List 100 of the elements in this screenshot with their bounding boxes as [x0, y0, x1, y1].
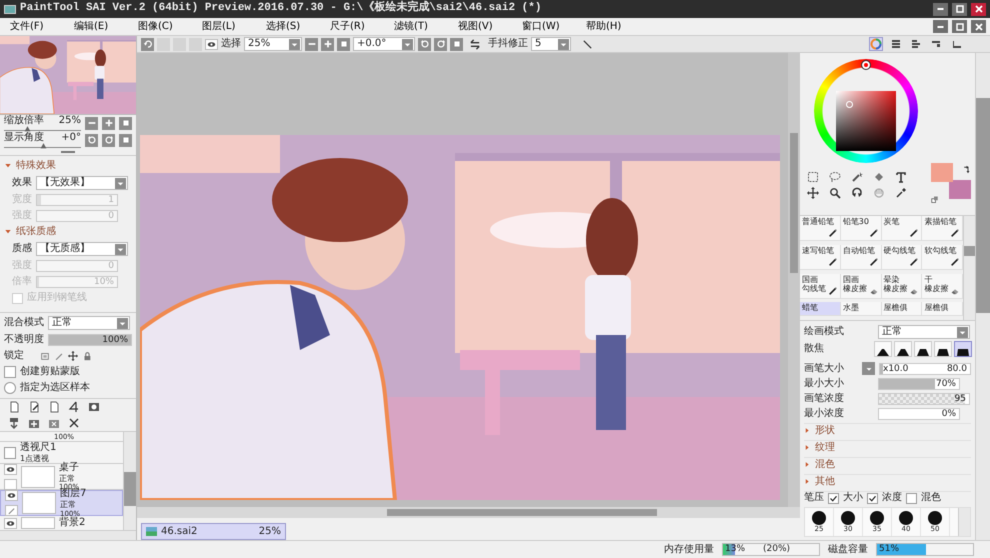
menu-item[interactable]: 编辑(E) — [64, 20, 128, 32]
flip-button[interactable] — [470, 38, 481, 50]
density-slider[interactable]: 95 — [878, 393, 970, 405]
min-density-slider[interactable]: 0% — [878, 408, 960, 420]
new-layer-button[interactable] — [28, 401, 40, 414]
section-header[interactable]: 形状 — [804, 423, 971, 437]
mask-button[interactable] — [88, 401, 100, 414]
delete-button[interactable] — [68, 417, 80, 430]
lock-button[interactable] — [82, 351, 92, 362]
edge-shape-button[interactable] — [955, 342, 971, 356]
scratchpad-tab[interactable] — [930, 38, 942, 50]
brush-preset[interactable]: 软勾线笔 — [922, 244, 963, 270]
visibility-toggle[interactable] — [5, 490, 18, 502]
brush-preset[interactable]: 铅笔30 — [840, 216, 882, 241]
vertical-scrollbar[interactable] — [975, 53, 990, 540]
edge-shape-button[interactable] — [935, 342, 951, 356]
section-header[interactable]: 其他 — [804, 474, 971, 488]
blend-mode-select[interactable]: 正常 — [48, 316, 130, 330]
background-color-swatch[interactable] — [949, 180, 971, 199]
hue-marker[interactable] — [862, 61, 870, 69]
zoom-out-button[interactable] — [305, 38, 318, 50]
rotate-left-button[interactable] — [418, 38, 431, 50]
document-tab[interactable]: 46.sai2 25% — [141, 523, 286, 540]
edge-shape-button[interactable] — [875, 342, 891, 356]
selection-visibility-checkbox[interactable] — [205, 38, 218, 50]
close-button[interactable] — [971, 2, 986, 16]
brush-preset[interactable]: 普通铅笔 — [800, 216, 841, 241]
menu-item[interactable]: 视图(V) — [448, 20, 512, 32]
angle-slider[interactable] — [4, 144, 81, 148]
section-header[interactable]: 混色 — [804, 457, 971, 471]
new-layer-button[interactable] — [8, 401, 20, 414]
zoom-in-button[interactable] — [321, 38, 334, 50]
scrollbar-thumb[interactable] — [124, 472, 136, 506]
edge-shape-button[interactable] — [895, 342, 911, 356]
size-dropdown-button[interactable] — [862, 362, 875, 375]
foreground-color[interactable] — [931, 163, 953, 182]
effect-select[interactable]: 【无效果】 — [36, 176, 128, 190]
visibility-toggle[interactable] — [4, 464, 17, 475]
vertical-scrollbar[interactable] — [788, 53, 800, 507]
angle-select[interactable]: +0.0° — [353, 37, 415, 51]
rotate-left-button[interactable] — [85, 134, 98, 147]
maximize-button[interactable] — [952, 2, 967, 16]
color-marker[interactable] — [846, 101, 853, 108]
section-header[interactable]: 纸张质感 — [4, 226, 132, 238]
angle-reset-button[interactable] — [119, 134, 132, 147]
lock-paint-button[interactable] — [54, 351, 64, 362]
brush-preset[interactable]: 干 橡皮擦 — [922, 274, 963, 298]
menu-item[interactable]: 图层(L) — [192, 20, 256, 32]
rotate-right-button[interactable] — [434, 38, 447, 50]
rotate-right-button[interactable] — [102, 134, 115, 147]
checkbox[interactable] — [4, 366, 16, 378]
swatches-tab[interactable] — [910, 38, 922, 50]
opacity-slider[interactable]: 100% — [48, 334, 132, 346]
brush-preset[interactable]: 自动铅笔 — [840, 244, 882, 270]
layer-row[interactable]: 背景2 — [0, 516, 123, 530]
brush-preset[interactable]: 屋檐俱 — [922, 302, 963, 316]
color-wheel-tab[interactable] — [870, 38, 882, 50]
menu-item[interactable]: 尺子(R) — [320, 20, 384, 32]
zoom-slider[interactable] — [4, 127, 81, 132]
stabilizer-select[interactable]: 5 — [531, 37, 571, 51]
zoom-out-button[interactable] — [85, 116, 98, 130]
brush-preset[interactable]: 屋檐俱 — [882, 302, 922, 316]
menu-item[interactable]: 选择(S) — [256, 20, 320, 32]
layer-button[interactable] — [48, 401, 60, 414]
horizontal-scrollbar[interactable] — [137, 507, 800, 518]
brush-preset[interactable]: 硬勾线笔 — [882, 244, 922, 270]
restore-button[interactable] — [952, 20, 967, 33]
checkbox[interactable] — [4, 446, 16, 459]
ruler-button[interactable] — [68, 401, 80, 414]
min-size-slider[interactable]: 70% — [878, 378, 960, 390]
paint-mode-select[interactable]: 正常 — [878, 325, 970, 339]
checkbox[interactable] — [906, 492, 917, 504]
radio[interactable] — [4, 382, 16, 394]
checkbox[interactable] — [867, 492, 878, 504]
brush-preset[interactable]: 国画 橡皮擦 — [840, 274, 882, 298]
edge-shape-button[interactable] — [915, 342, 931, 356]
brush-preset[interactable]: 蜡笔 — [800, 302, 841, 316]
menu-item[interactable]: 图像(C) — [128, 20, 192, 32]
angle-reset-button[interactable] — [450, 38, 463, 50]
minimize-button[interactable] — [933, 2, 948, 16]
brush-preset[interactable]: 素描铅笔 — [922, 216, 963, 241]
brush-preset[interactable]: 速写铅笔 — [800, 244, 841, 270]
zoom-in-button[interactable] — [102, 116, 115, 130]
section-header[interactable]: 特殊效果 — [4, 160, 132, 172]
brush-preset[interactable]: 炭笔 — [882, 216, 922, 241]
slider-thumb[interactable] — [40, 142, 46, 150]
undo-button[interactable] — [141, 38, 154, 50]
splitter-handle[interactable] — [61, 150, 75, 153]
lock-pixels-button[interactable] — [40, 351, 50, 362]
brush-preset[interactable]: 晕染 橡皮擦 — [882, 274, 922, 298]
zoom-select[interactable]: 25% — [244, 37, 302, 51]
texture-select[interactable]: 【无质感】 — [36, 242, 128, 256]
clear-layer-button[interactable] — [48, 417, 60, 430]
vertical-scrollbar[interactable] — [958, 508, 970, 536]
line-button[interactable] — [582, 38, 593, 50]
new-layer-set-button[interactable] — [28, 417, 40, 430]
lock-move-button[interactable] — [68, 351, 78, 362]
visibility-toggle[interactable] — [4, 518, 17, 529]
zoom-reset-button[interactable] — [337, 38, 350, 50]
checkbox[interactable] — [828, 492, 839, 504]
